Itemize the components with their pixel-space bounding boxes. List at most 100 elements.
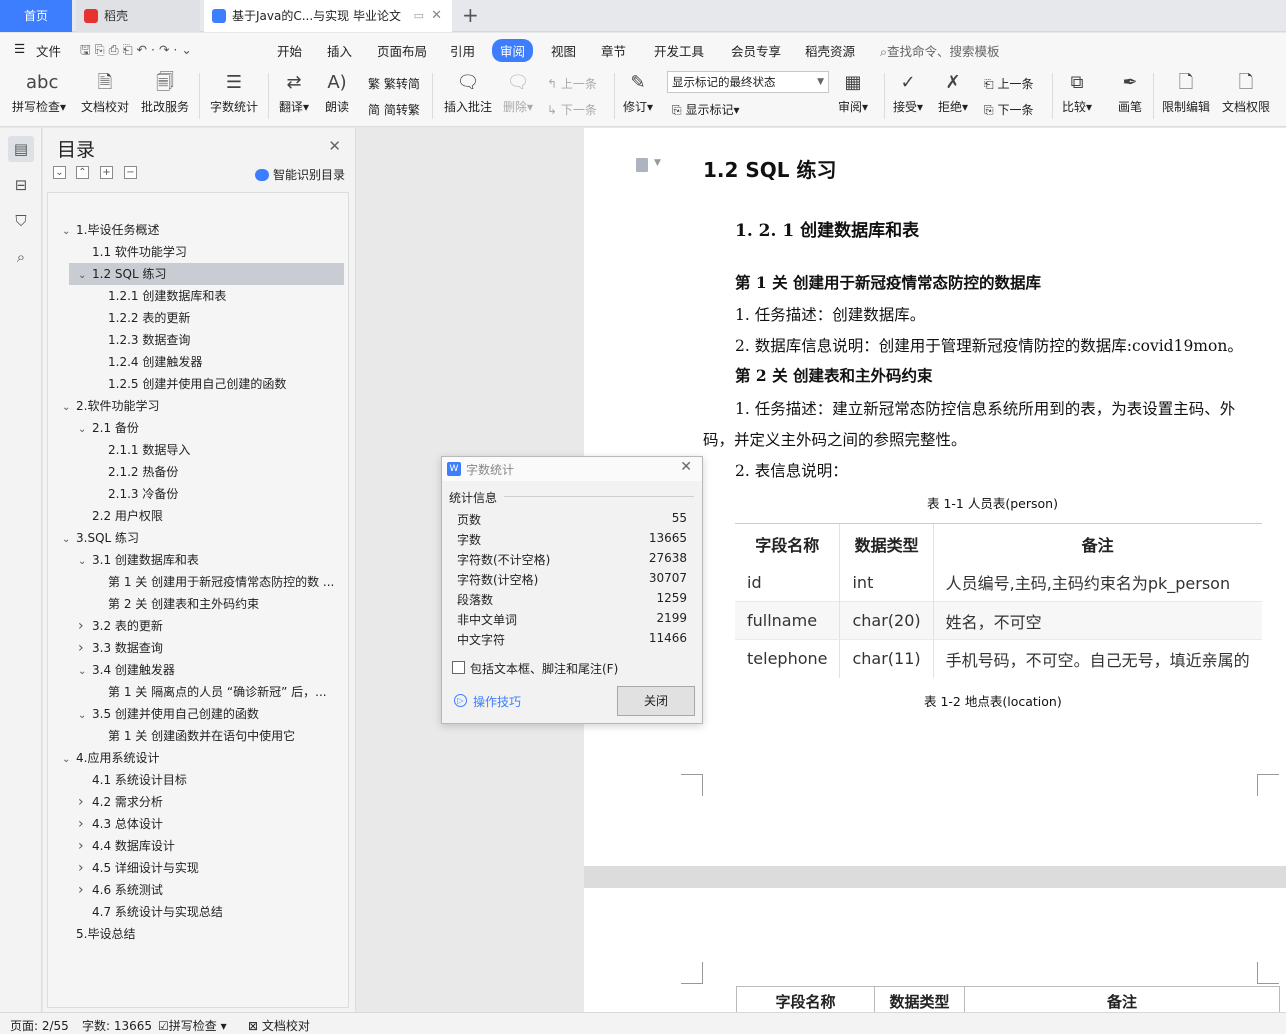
toc-item[interactable]: 第 2 关 创建表和主外码约束 [48,593,348,615]
spell-check-button[interactable]: abc 拼写检查▾ [12,69,66,115]
chevron-down-icon[interactable]: ⌄ [62,221,76,241]
toc-item[interactable]: ⌄ 3.1 创建数据库和表 [48,549,348,571]
menu-daoke-resources[interactable]: 稻壳资源 [805,41,855,60]
toc-item[interactable]: 第 1 关 创建用于新冠疫情常态防控的数 ... [48,571,348,593]
word-count-button[interactable]: ☰ 字数统计 [210,69,258,115]
chevron-down-icon[interactable]: ⌄ [78,419,92,439]
smart-toc-button[interactable]: 智能识别目录 [254,166,345,183]
toc-item[interactable]: › 4.4 数据库设计 [48,835,348,857]
review-pane-button[interactable]: ▦ 审阅▾ [838,69,868,115]
toc-item[interactable]: 2.1.3 冷备份 [48,483,348,505]
collapse-down-icon[interactable]: ⌄ [53,166,66,179]
doc-check-button[interactable]: 🗎 文档校对 [81,69,129,115]
prev-change-button[interactable]: ⎗ 上一条 [984,75,1033,92]
toc-item[interactable]: 2.1.2 热备份 [48,461,348,483]
reject-button[interactable]: ✗ 拒绝▾ [938,69,968,115]
restrict-edit-button[interactable]: 🗋 限制编辑 [1162,69,1210,115]
close-icon[interactable]: ✕ [328,137,341,155]
close-icon[interactable]: ✕ [680,459,692,475]
bookmark-icon[interactable]: ⛉ [8,208,34,234]
markup-state-select[interactable]: 显示标记的最终状态 ▼ [667,71,829,93]
chevron-right-icon[interactable]: › [78,857,92,879]
menu-icon[interactable]: ☰ [14,41,25,56]
menu-layout[interactable]: 页面布局 [377,41,427,60]
tab-document[interactable]: 基于Java的C...与实现 毕业论文 ▭ ✕ [204,0,452,32]
toc-item[interactable]: › 4.6 系统测试 [48,879,348,901]
paragraph-icon[interactable] [636,158,648,172]
tab-daoke[interactable]: 稻壳 [76,0,200,32]
toc-item[interactable]: 1.2.5 创建并使用自己创建的函数 [48,373,348,395]
toc-item[interactable]: 1.2.2 表的更新 [48,307,348,329]
close-button[interactable]: 关闭 [617,686,695,716]
toolbar-overflow-button[interactable]: 文 [1280,69,1286,115]
tab-home[interactable]: 首页 [0,0,72,32]
menu-chapter[interactable]: 章节 [601,41,626,60]
toc-item[interactable]: 4.1 系统设计目标 [48,769,348,791]
close-tab-icon[interactable]: ✕ [431,0,442,32]
menu-devtools[interactable]: 开发工具 [654,41,704,60]
toc-item[interactable]: ⌄ 2.软件功能学习 [48,395,348,417]
spell-check-status[interactable]: ☑拼写检查 ▾ [158,1017,227,1034]
simplified-to-traditional-button[interactable]: 简 简转繁 [368,101,420,118]
menu-insert[interactable]: 插入 [327,41,352,60]
chevron-down-icon[interactable]: ⌄ [78,551,92,571]
chevron-right-icon[interactable]: › [78,791,92,813]
include-textbox-label[interactable]: 包括文本框、脚注和尾注(F) [470,660,618,677]
next-comment-button[interactable]: ↳ 下一条 [547,101,597,118]
toc-item[interactable]: ⌄ 4.应用系统设计 [48,747,348,769]
dialog-titlebar[interactable]: W 字数统计 ✕ [442,457,702,481]
toc-nav-icon[interactable]: ▤ [8,136,34,162]
tips-link[interactable]: 操作技巧 [473,693,521,710]
batch-service-button[interactable]: 🗐 批改服务 [141,69,189,115]
toc-item[interactable]: ⌄ 3.SQL 练习 [48,527,348,549]
toc-item[interactable]: › 4.2 需求分析 [48,791,348,813]
collapse-all-icon[interactable]: − [124,166,137,179]
toc-item[interactable]: › 3.3 数据查询 [48,637,348,659]
next-change-button[interactable]: ⎘ 下一条 [984,101,1033,118]
toc-item[interactable]: 2.1.1 数据导入 [48,439,348,461]
toc-item[interactable]: ⌄ 3.5 创建并使用自己创建的函数 [48,703,348,725]
read-aloud-button[interactable]: A) 朗读 [324,69,350,115]
chevron-down-icon[interactable]: ⌄ [62,397,76,417]
toc-item[interactable]: 1.2.4 创建触发器 [48,351,348,373]
search-icon[interactable]: ⌕ [8,244,34,270]
toc-item[interactable]: 4.7 系统设计与实现总结 [48,901,348,923]
delete-comment-button[interactable]: 🗨 删除▾ [503,69,533,115]
toc-item[interactable]: 1.1 软件功能学习 [48,241,348,263]
quick-access-icons[interactable]: 🖫 ⎘ ⎙ ⎗ ↶ · ↷ · ⌄ [80,41,192,62]
doc-permission-button[interactable]: 🗋 文档权限 [1222,69,1270,115]
chevron-right-icon[interactable]: › [78,879,92,901]
chevron-right-icon[interactable]: › [78,813,92,835]
toc-item[interactable]: › 3.2 表的更新 [48,615,348,637]
word-count-indicator[interactable]: 字数: 13665 [82,1017,152,1034]
menu-start[interactable]: 开始 [277,41,302,60]
toc-item[interactable]: ⌄ 1.毕设任务概述 [48,219,348,241]
menu-review[interactable]: 审阅 [492,39,534,62]
accept-button[interactable]: ✓ 接受▾ [893,69,923,115]
toc-item[interactable]: 第 1 关 创建函数并在语句中使用它 [48,725,348,747]
chapter-nav-icon[interactable]: ⊟ [8,172,34,198]
collapse-up-icon[interactable]: ⌃ [76,166,89,179]
pin-icon[interactable]: ▭ [414,0,424,32]
compare-button[interactable]: ⧉ 比较▾ [1062,69,1092,115]
chevron-down-icon[interactable]: ⌄ [78,661,92,681]
insert-comment-button[interactable]: 🗨 插入批注 [444,69,492,115]
menu-file[interactable]: 文件 [36,41,61,60]
expand-all-icon[interactable]: + [100,166,113,179]
translate-button[interactable]: ⇄ 翻译▾ [279,69,309,115]
page-indicator[interactable]: 页面: 2/55 [10,1017,69,1034]
pen-button[interactable]: ✒ 画笔 [1117,69,1143,115]
toc-item[interactable]: 5.毕设总结 [48,923,348,945]
menu-reference[interactable]: 引用 [450,41,475,60]
traditional-to-simplified-button[interactable]: 繁 繁转简 [368,75,420,92]
toc-item[interactable]: ⌄ 3.4 创建触发器 [48,659,348,681]
chevron-right-icon[interactable]: › [78,835,92,857]
menu-view[interactable]: 视图 [551,41,576,60]
toc-item[interactable]: 1.2.1 创建数据库和表 [48,285,348,307]
chevron-down-icon[interactable]: ⌄ [62,529,76,549]
doc-check-status[interactable]: ⊠ 文档校对 [248,1017,310,1034]
revise-button[interactable]: ✎ 修订▾ [623,69,653,115]
show-markup-button[interactable]: ⎘ 显示标记▾ [672,101,739,118]
chevron-down-icon[interactable]: ⌄ [78,705,92,725]
toc-item[interactable]: ⌄ 2.1 备份 [48,417,348,439]
